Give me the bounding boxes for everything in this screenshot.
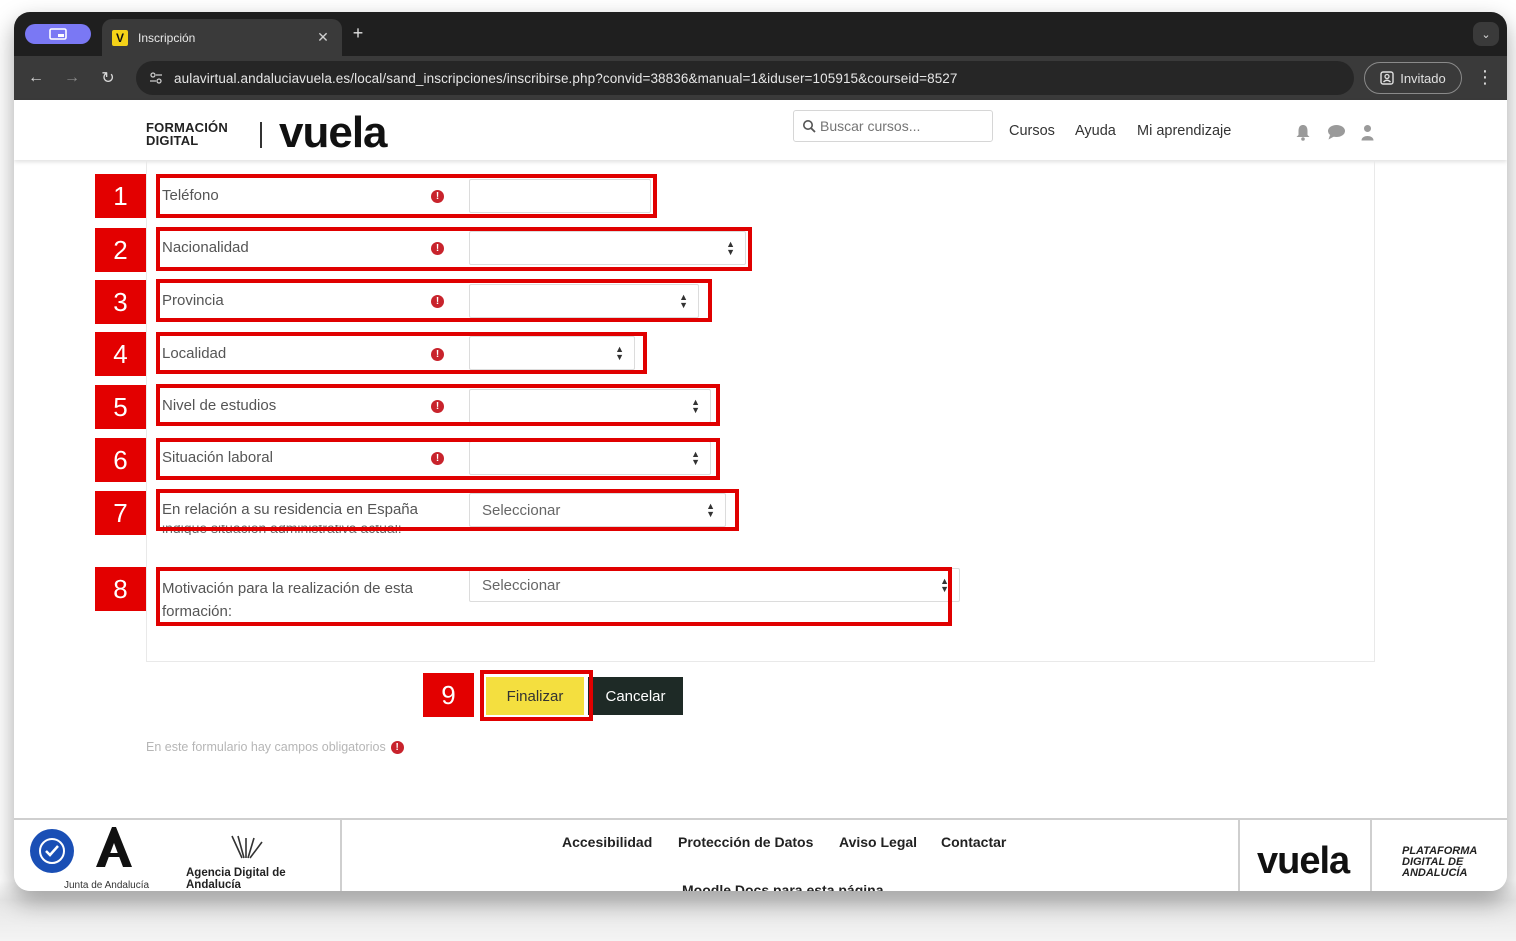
situacion-laboral-select[interactable]: ▲ ▼ [469,441,711,475]
url-text: aulavirtual.andaluciavuela.es/local/sand… [174,70,958,86]
nav-ayuda[interactable]: Ayuda [1075,123,1116,139]
label-motivacion-line2: formación: [162,603,233,620]
brand-subtitle[interactable]: FORMACIÓN DIGITAL [146,121,228,147]
annotation-badge-2: 2 [95,228,146,272]
vuela-favicon-icon: V [112,29,128,46]
tab-strip: V Inscripción ✕ + ⌄ [14,12,1507,56]
required-icon: ! [431,190,444,203]
footer-link-aviso-legal[interactable]: Aviso Legal [839,834,917,850]
guest-label: Invitado [1400,70,1446,86]
footer-link-proteccion-datos[interactable]: Protección de Datos [678,834,813,850]
footer-link-accesibilidad[interactable]: Accesibilidad [562,834,652,850]
label-localidad: Localidad [162,345,227,362]
label-residencia: En relación a su residencia en España [162,501,418,518]
label-provincia: Provincia [162,292,224,309]
annotation-badge-3: 3 [95,280,146,324]
label-situacion-laboral: Situación laboral [162,449,273,466]
browser-menu-icon[interactable]: ⋮ [1476,66,1494,90]
label-nacionalidad: Nacionalidad [162,239,249,256]
plataforma-digital-text: PLATAFORMA DIGITAL DE ANDALUCÍA [1402,845,1477,879]
required-icon: ! [431,295,444,308]
agencia-digital-text: Agencia Digital de Andalucía [186,867,286,891]
select-arrows-icon: ▲ ▼ [726,239,735,257]
annotation-badge-1: 1 [95,174,146,218]
nacionalidad-select[interactable]: ▲ ▼ [469,231,746,265]
browser-window: V Inscripción ✕ + ⌄ ← → ↻ aulavirtual.an… [14,12,1507,891]
label-motivacion: Motivación para la realización de esta f… [162,577,413,623]
select-arrows-icon: ▲ ▼ [706,501,715,519]
nivel-estudios-select[interactable]: ▲ ▼ [469,389,711,423]
select-arrows-icon: ▲ ▼ [615,344,624,362]
annotation-badge-6: 6 [95,438,146,482]
required-icon: ! [431,348,444,361]
residencia-help-text: indique situación administrativa actual: [162,525,402,535]
select-arrows-icon: ▲ ▼ [940,576,949,594]
profile-icon [1380,71,1394,85]
footer-brand-box: vuela [1238,820,1372,891]
site-header: FORMACIÓN DIGITAL vuela Cursos Ayuda Mi … [14,100,1507,160]
required-icon: ! [431,400,444,413]
tab-title: Inscripción [138,30,196,45]
nav-cursos[interactable]: Cursos [1009,123,1055,139]
chat-bubble-icon[interactable] [1327,124,1346,145]
user-icon[interactable] [1361,124,1374,146]
nav-mi-aprendizaje[interactable]: Mi aprendizaje [1137,123,1231,139]
required-icon: ! [431,242,444,255]
finalizar-button[interactable]: Finalizar [486,677,584,715]
forward-arrow-icon[interactable]: → [60,66,84,90]
guest-profile-button[interactable]: Invitado [1364,62,1462,94]
telefono-input[interactable] [469,179,651,213]
tab-search-chevron-icon[interactable]: ⌄ [1473,22,1499,46]
site-info-icon[interactable] [146,68,166,88]
motivacion-select[interactable]: Seleccionar ▲ ▼ [469,568,960,602]
browser-toolbar: ← → ↻ aulavirtual.andaluciavuela.es/loca… [14,56,1507,100]
search-icon [803,120,816,133]
accessibility-seal-icon[interactable] [30,829,74,873]
footer-logos: Junta de Andalucía Agencia Digital de An… [14,820,342,891]
annotation-badge-5: 5 [95,385,146,429]
required-icon: ! [390,740,404,754]
vuela-logo[interactable]: vuela [279,110,388,156]
annotation-badge-8: 8 [95,567,146,611]
reload-icon[interactable]: ↻ [96,66,120,90]
required-icon: ! [431,452,444,465]
select-value: Seleccionar [482,502,561,519]
residencia-select[interactable]: Seleccionar ▲ ▼ [469,493,726,527]
select-arrows-icon: ▲ ▼ [691,397,700,415]
address-bar[interactable]: aulavirtual.andaluciavuela.es/local/sand… [136,61,1354,95]
label-motivacion-line1: Motivación para la realización de esta [162,580,413,597]
agencia-digital-logo-icon[interactable] [228,834,268,866]
back-arrow-icon[interactable]: ← [24,66,48,90]
provincia-select[interactable]: ▲ ▼ [469,284,699,318]
tab-group-pill[interactable] [25,24,91,44]
browser-tab[interactable]: V Inscripción ✕ [102,19,342,56]
close-tab-icon[interactable]: ✕ [314,29,332,46]
screenshot-stage: V Inscripción ✕ + ⌄ ← → ↻ aulavirtual.an… [0,0,1516,941]
cancelar-button[interactable]: Cancelar [588,677,683,715]
site-footer: Junta de Andalucía Agencia Digital de An… [14,818,1507,891]
footer-vuela-logo[interactable]: vuela [1257,840,1350,883]
brand-line-2: DIGITAL [146,133,199,148]
annotation-badge-4: 4 [95,332,146,376]
moodle-docs-link[interactable]: Moodle Docs para esta página [682,882,884,891]
course-search[interactable] [793,110,993,142]
select-arrows-icon: ▲ ▼ [679,292,688,310]
new-tab-icon[interactable]: + [348,24,368,44]
footer-link-contactar[interactable]: Contactar [941,834,1006,850]
brand-divider [260,122,262,148]
localidad-select[interactable]: ▲ ▼ [469,336,635,370]
window-icon [49,28,67,40]
bell-icon[interactable] [1295,124,1311,146]
annotation-badge-9: 9 [423,673,474,717]
label-telefono: Teléfono [162,187,219,204]
select-arrows-icon: ▲ ▼ [691,449,700,467]
required-fields-note: En este formulario hay campos obligatori… [146,740,404,754]
junta-andalucia-logo-icon[interactable] [92,824,136,880]
required-note-text: En este formulario hay campos obligatori… [146,740,386,754]
search-input[interactable] [820,118,980,134]
label-nivel-estudios: Nivel de estudios [162,397,277,414]
select-value: Seleccionar [482,577,561,594]
junta-andalucia-text: Junta de Andalucía [64,880,150,891]
annotation-badge-7: 7 [95,491,146,535]
